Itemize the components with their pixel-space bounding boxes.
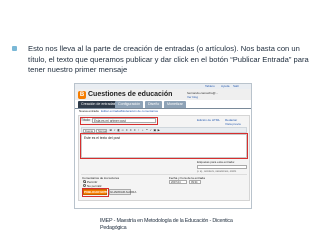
tags-example: p. ej., scooters, vacaciones, otoño — [197, 169, 237, 173]
save-now-button[interactable]: GUARDAR AHORA — [109, 189, 136, 195]
align-center-icon[interactable]: ≡ — [129, 128, 133, 133]
post-time-input[interactable]: 09:34 — [189, 180, 201, 184]
post-date-label: Fecha y hora de la entrada — [169, 175, 205, 180]
tags-label: Etiquetas para esta entrada: — [197, 160, 235, 164]
numbered-list-icon[interactable]: ⁝ — [137, 128, 141, 133]
post-date-input[interactable]: 2007-04 — [169, 180, 187, 184]
italic-icon[interactable]: I — [113, 128, 117, 133]
title-highlight-box — [80, 116, 158, 125]
text-color-icon[interactable]: ◧ — [117, 128, 121, 133]
bullet-marker — [12, 46, 17, 51]
blog-title: Cuestiones de educación — [88, 91, 173, 98]
body-highlight-box — [80, 133, 248, 159]
bold-icon[interactable]: B — [109, 128, 113, 133]
blogger-logo-icon: B — [78, 90, 86, 99]
post-options: Comentarios de los lectores Permitir No … — [81, 174, 247, 188]
tab-posting[interactable]: Creación de entradas — [78, 101, 119, 108]
edit-html-link[interactable]: Edición de HTML — [197, 118, 220, 123]
tab-layout[interactable]: Diseño — [145, 101, 163, 108]
quote-icon[interactable]: ❝ — [145, 128, 149, 133]
publish-highlight-box — [81, 187, 109, 197]
link-icon[interactable]: ∞ — [121, 128, 125, 133]
subtab-moderate-comments[interactable]: Moderación de comentarios — [121, 109, 158, 114]
font-select[interactable]: Fuente — [83, 128, 95, 133]
video-icon[interactable]: ▶ — [157, 128, 161, 133]
tags-input[interactable] — [197, 165, 247, 169]
bullet-text: Esto nos lleva al la parte de creación d… — [28, 44, 309, 74]
align-right-icon[interactable]: ≡ — [133, 128, 137, 133]
image-icon[interactable]: ▣ — [153, 128, 157, 133]
spellcheck-icon[interactable]: ✓ — [149, 128, 153, 133]
allow-comments-radio[interactable] — [83, 180, 86, 183]
size-select[interactable]: Normal — [96, 128, 107, 133]
subtab-edit-posts[interactable]: Editar entradas — [101, 109, 121, 114]
subtab-new-post[interactable]: Nueva entrada — [79, 109, 99, 114]
tab-monetize[interactable]: Monetizar — [164, 101, 186, 108]
bullet-list-icon[interactable]: • — [141, 128, 145, 133]
post-editor: Título: Esta es mi primer post Edición d… — [78, 115, 250, 201]
sub-tabs: Nueva entrada Editar entradas Moderación… — [75, 109, 251, 114]
blogger-screenshot: Tablero Ayuda Salir B Cuestiones de educ… — [75, 84, 251, 208]
slide-footer: IMEP - Maestría en Metodología de la Edu… — [100, 218, 233, 231]
view-blog-link[interactable]: Ver blog — [187, 95, 198, 99]
tab-settings[interactable]: Configuración — [115, 101, 144, 108]
main-tabs: Creación de entradas Configuración Diseñ… — [75, 101, 251, 109]
align-left-icon[interactable]: ≡ — [125, 128, 129, 133]
